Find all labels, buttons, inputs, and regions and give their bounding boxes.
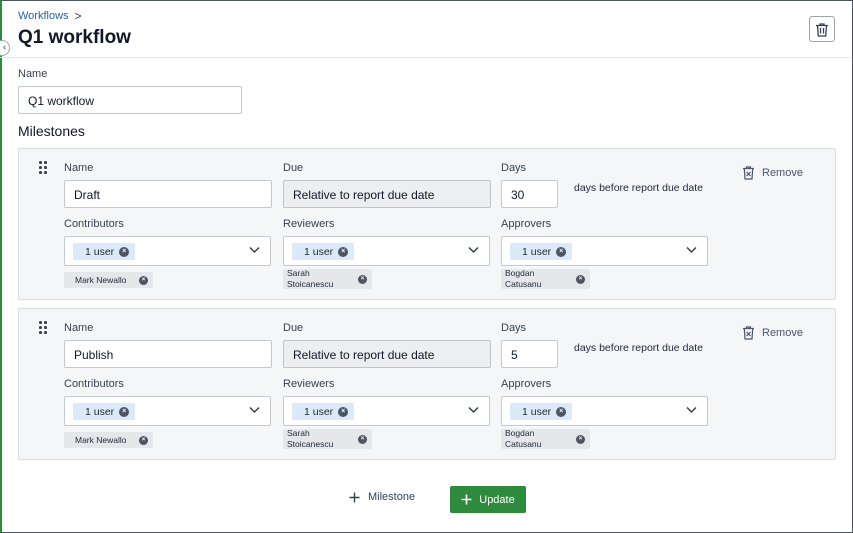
- workflow-name-label: Name: [18, 68, 48, 80]
- chip-label: 1 user: [85, 405, 115, 418]
- remove-person-icon[interactable]: ×: [139, 275, 148, 285]
- chevron-down-icon[interactable]: [249, 246, 260, 254]
- days-input[interactable]: 30: [501, 180, 558, 208]
- reviewers-select[interactable]: 1 user ×: [283, 236, 490, 266]
- person-name: Bogdan Catusanu: [505, 428, 542, 449]
- chip-clear-icon[interactable]: ×: [119, 246, 130, 257]
- trash-icon: [816, 22, 828, 37]
- approvers-select[interactable]: 1 user ×: [501, 236, 708, 266]
- chevron-down-icon[interactable]: [249, 406, 260, 414]
- remove-person-icon[interactable]: ×: [139, 435, 148, 445]
- remove-person-icon[interactable]: ×: [358, 274, 367, 284]
- remove-person-icon[interactable]: ×: [576, 274, 585, 284]
- due-field: Relative to report due date: [283, 180, 491, 208]
- milestone-name-input[interactable]: Draft: [64, 180, 272, 208]
- chip-label: 1 user: [304, 405, 334, 418]
- approvers-select[interactable]: 1 user ×: [501, 396, 708, 426]
- person-tag: Sarah Stoicanescu ×: [283, 428, 372, 449]
- drag-handle-icon[interactable]: [39, 321, 49, 335]
- chip-clear-icon[interactable]: ×: [556, 406, 567, 417]
- remove-person-icon[interactable]: ×: [358, 434, 367, 444]
- workflow-name-input[interactable]: Q1 workflow: [18, 86, 242, 114]
- due-label: Due: [283, 162, 304, 174]
- contributors-select[interactable]: 1 user ×: [64, 236, 271, 266]
- chip-clear-icon[interactable]: ×: [119, 406, 130, 417]
- chip-clear-icon[interactable]: ×: [556, 246, 567, 257]
- contributors-select[interactable]: 1 user ×: [64, 396, 271, 426]
- person-tag: Mark Newallo ×: [64, 272, 153, 288]
- user-count-chip: 1 user ×: [510, 243, 573, 260]
- milestones-heading: Milestones: [18, 123, 85, 139]
- chip-label: 1 user: [304, 245, 334, 258]
- days-label: Days: [501, 322, 527, 334]
- reviewers-label: Reviewers: [283, 378, 335, 390]
- drag-handle-icon[interactable]: [39, 161, 49, 175]
- chip-clear-icon[interactable]: ×: [338, 246, 349, 257]
- contributors-label: Contributors: [64, 218, 124, 230]
- remove-milestone-button[interactable]: Remove: [742, 326, 803, 340]
- days-input[interactable]: 5: [501, 340, 558, 368]
- plus-icon: [349, 492, 360, 502]
- user-count-chip: 1 user ×: [292, 243, 355, 260]
- person-name: Sarah Stoicanescu: [287, 268, 334, 289]
- user-count-chip: 1 user ×: [73, 243, 136, 260]
- person-name: Sarah Stoicanescu: [287, 428, 334, 449]
- due-field: Relative to report due date: [283, 340, 491, 368]
- reviewers-select[interactable]: 1 user ×: [283, 396, 490, 426]
- update-label: Update: [479, 493, 515, 506]
- milestone-card: Name Publish Due Relative to report due …: [18, 308, 836, 460]
- person-tag: Bogdan Catusanu ×: [501, 428, 590, 449]
- chip-label: 1 user: [522, 245, 552, 258]
- reviewers-label: Reviewers: [283, 218, 335, 230]
- header-divider: [0, 57, 851, 58]
- chip-label: 1 user: [522, 405, 552, 418]
- chevron-down-icon[interactable]: [686, 246, 697, 254]
- update-button[interactable]: Update: [450, 486, 526, 513]
- breadcrumb: Workflows >: [18, 9, 82, 23]
- approvers-label: Approvers: [501, 218, 552, 230]
- breadcrumb-chevron-icon: >: [74, 9, 82, 23]
- user-count-chip: 1 user ×: [510, 403, 573, 420]
- milestone-name-input[interactable]: Publish: [64, 340, 272, 368]
- chevron-down-icon[interactable]: [468, 406, 479, 414]
- remove-trash-icon: [743, 326, 754, 340]
- person-tag: Sarah Stoicanescu ×: [283, 268, 372, 289]
- days-suffix-text: days before report due date: [574, 182, 704, 194]
- person-tag: Mark Newallo ×: [64, 432, 153, 448]
- chevron-down-icon[interactable]: [468, 246, 479, 254]
- breadcrumb-link-workflows[interactable]: Workflows: [18, 10, 69, 22]
- person-name: Mark Newallo: [75, 434, 127, 445]
- remove-label: Remove: [762, 327, 803, 339]
- remove-label: Remove: [762, 167, 803, 179]
- days-suffix-text: days before report due date: [574, 342, 704, 354]
- chevron-down-icon[interactable]: [686, 406, 697, 414]
- add-milestone-label: Milestone: [368, 491, 416, 503]
- plus-icon: [461, 494, 472, 505]
- milestone-card: Name Draft Due Relative to report due da…: [18, 148, 836, 300]
- user-count-chip: 1 user ×: [292, 403, 355, 420]
- remove-person-icon[interactable]: ×: [576, 434, 585, 444]
- person-tag: Bogdan Catusanu ×: [501, 268, 590, 289]
- person-name: Bogdan Catusanu: [505, 268, 542, 289]
- approvers-label: Approvers: [501, 378, 552, 390]
- user-count-chip: 1 user ×: [73, 403, 136, 420]
- chip-clear-icon[interactable]: ×: [338, 406, 349, 417]
- page-title: Q1 workflow: [18, 27, 131, 48]
- days-label: Days: [501, 162, 527, 174]
- remove-trash-icon: [743, 166, 754, 180]
- contributors-label: Contributors: [64, 378, 124, 390]
- chip-label: 1 user: [85, 245, 115, 258]
- milestone-name-label: Name: [64, 162, 94, 174]
- remove-milestone-button[interactable]: Remove: [742, 166, 803, 180]
- add-milestone-button[interactable]: Milestone: [349, 491, 415, 503]
- due-label: Due: [283, 322, 304, 334]
- delete-workflow-button[interactable]: [809, 16, 835, 42]
- milestone-name-label: Name: [64, 322, 94, 334]
- person-name: Mark Newallo: [75, 274, 127, 285]
